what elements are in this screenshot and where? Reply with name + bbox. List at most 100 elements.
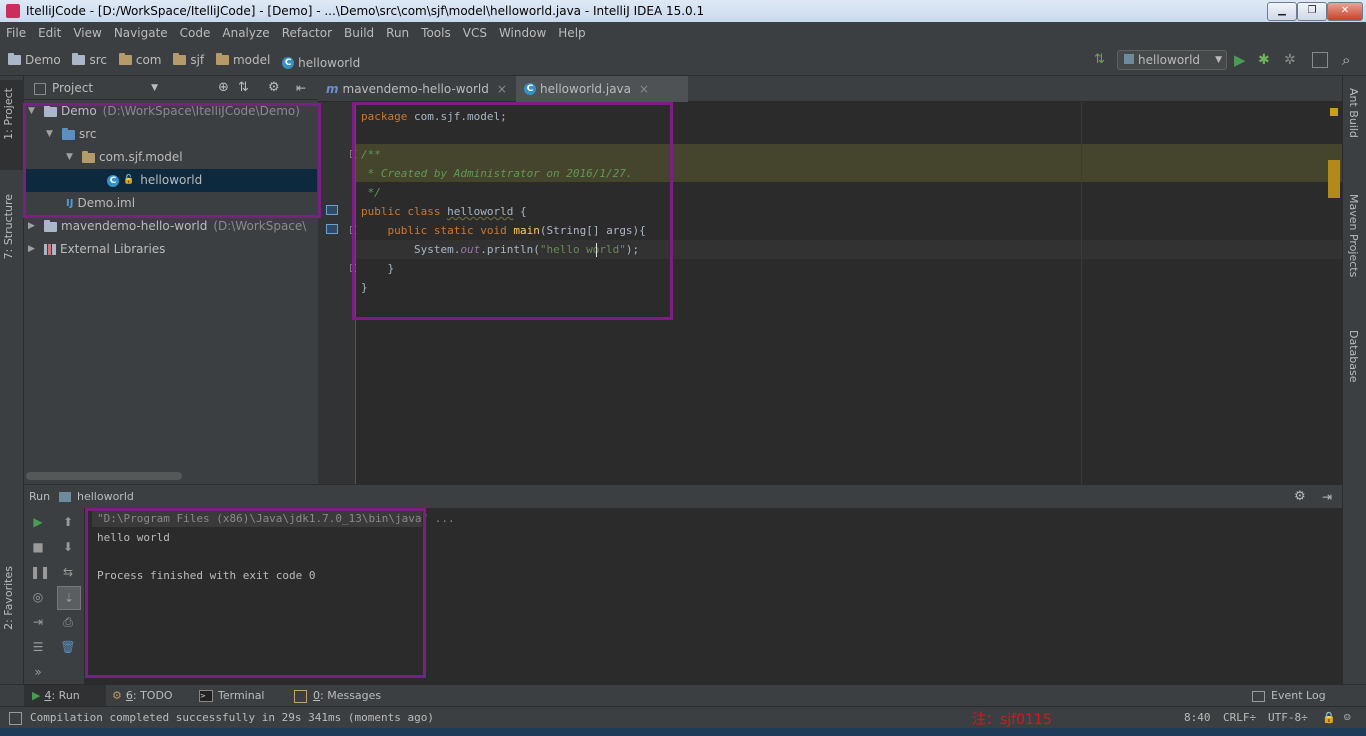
up-arrow-icon[interactable]: ⬆ xyxy=(60,514,76,530)
menu-help[interactable]: Help xyxy=(552,22,591,44)
more-icon[interactable]: » xyxy=(30,664,46,680)
tree-item-src[interactable]: ▼ src xyxy=(46,123,97,146)
tab-mavendemo[interactable]: m mavendemo-hello-world × xyxy=(318,76,530,102)
menu-navigate[interactable]: Navigate xyxy=(108,22,174,44)
menu-tools[interactable]: Tools xyxy=(415,22,457,44)
menu-run[interactable]: Run xyxy=(380,22,415,44)
close-icon[interactable]: × xyxy=(639,76,649,102)
run-icon[interactable]: ▶ xyxy=(1234,50,1250,70)
ant-build-tab[interactable]: Ant Build xyxy=(1347,88,1360,138)
pause-icon[interactable]: ❚❚ xyxy=(30,564,50,580)
menu-analyze[interactable]: Analyze xyxy=(216,22,275,44)
debug-icon[interactable]: ✱ xyxy=(1258,50,1274,70)
breadcrumb-sjf[interactable]: sjf xyxy=(173,44,204,76)
iml-file-icon: IJ xyxy=(66,198,74,209)
run-config-dropdown[interactable]: helloworld ▼ xyxy=(1117,50,1227,70)
rerun-icon[interactable]: ▶ xyxy=(30,514,46,530)
breadcrumb-src[interactable]: src xyxy=(72,44,107,76)
menu-vcs[interactable]: VCS xyxy=(457,22,493,44)
class-icon: C xyxy=(524,83,536,95)
settings-icon[interactable]: ☰ xyxy=(30,639,46,655)
folder-icon xyxy=(72,53,86,65)
scroll-to-end-icon[interactable]: ⇣ xyxy=(57,586,81,610)
tab-todo[interactable]: ⚙ 6: TODO xyxy=(112,685,173,707)
favorites-tab[interactable]: 2: Favorites xyxy=(2,566,15,630)
dump-threads-icon[interactable]: ◎ xyxy=(30,589,46,605)
soft-wrap-icon[interactable]: ⇆ xyxy=(60,564,76,580)
breadcrumb-com[interactable]: com xyxy=(118,44,161,76)
locate-icon[interactable]: ⊕ xyxy=(218,76,229,100)
code-line-doc-body: * Created by Administrator on 2016/1/27. xyxy=(361,164,633,183)
menu-build[interactable]: Build xyxy=(338,22,380,44)
run-icon: ▶ xyxy=(32,689,41,702)
console-command-line: "D:\Program Files (x86)\Java\jdk1.7.0_13… xyxy=(97,512,455,525)
chevron-down-icon: ▼ xyxy=(1215,55,1222,65)
tree-item-iml[interactable]: IJ Demo.iml xyxy=(66,192,135,215)
project-panel: Project ▼ ⊕ ⇅ ⚙ ⇤ ▼ Demo (D:\WorkSpace\I… xyxy=(24,76,318,484)
tree-item-libraries[interactable]: ▶ External Libraries xyxy=(28,238,165,261)
tab-label: : Run xyxy=(51,689,80,702)
indent-token xyxy=(361,243,414,256)
tab-helloworld[interactable]: C helloworld.java × xyxy=(516,76,688,102)
menu-view[interactable]: View xyxy=(67,22,107,44)
gear-icon[interactable]: ⚙ xyxy=(1294,485,1306,509)
run-config-tab[interactable]: helloworld xyxy=(59,485,134,509)
caret-position[interactable]: 8:40 xyxy=(1184,707,1211,729)
run-main-gutter-icon[interactable] xyxy=(326,224,338,234)
menu-edit[interactable]: Edit xyxy=(32,22,67,44)
coverage-icon[interactable]: ✲ xyxy=(1284,50,1300,70)
tree-item-package[interactable]: ▼ com.sjf.model xyxy=(66,146,183,169)
minimize-button[interactable]: ▁ xyxy=(1267,2,1297,21)
close-window-button[interactable]: ✕ xyxy=(1327,2,1363,21)
title-bar: ItelliJCode - [D:/WorkSpace/ItelliJCode]… xyxy=(0,0,1366,22)
menu-code[interactable]: Code xyxy=(174,22,217,44)
maven-projects-tab[interactable]: Maven Projects xyxy=(1347,194,1360,277)
down-arrow-icon[interactable]: ⬇ xyxy=(60,539,76,555)
status-icon[interactable] xyxy=(9,712,22,725)
run-class-gutter-icon[interactable] xyxy=(326,205,338,215)
tree-item-demo[interactable]: ▼ Demo (D:\WorkSpace\ItelliJCode\Demo) xyxy=(28,100,318,123)
left-tool-stripe: 1: Project 7: Structure 2: Favorites xyxy=(0,76,24,684)
trash-icon[interactable]: 🗑 xyxy=(60,639,76,655)
tree-item-maven[interactable]: ▶ mavendemo-hello-world (D:\WorkSpace\ xyxy=(28,215,318,238)
breadcrumb-helloworld[interactable]: Chelloworld xyxy=(282,47,360,79)
build-icon[interactable]: ⇅ xyxy=(1094,52,1108,68)
project-tab[interactable]: 1: Project xyxy=(0,80,24,170)
menu-refactor[interactable]: Refactor xyxy=(276,22,338,44)
menu-file[interactable]: File xyxy=(0,22,32,44)
close-icon[interactable]: × xyxy=(497,76,507,102)
code-editor[interactable]: package com.sjf.model; /** * Created by … xyxy=(356,102,1342,484)
tab-event-log[interactable]: Event Log xyxy=(1252,685,1326,707)
structure-tab[interactable]: 7: Structure xyxy=(2,194,15,259)
gear-icon[interactable]: ⚙ xyxy=(268,76,280,100)
breadcrumb-model[interactable]: model xyxy=(215,44,270,76)
collapse-icon[interactable]: ⇅ xyxy=(238,76,249,100)
maven-icon: m xyxy=(326,82,339,96)
search-icon[interactable]: ⌕ xyxy=(1342,50,1360,70)
tree-item-helloworld[interactable]: C 🔓 helloworld xyxy=(25,169,317,192)
code-line-main: public static void main(String[] args){ xyxy=(361,221,646,240)
exit-icon[interactable]: ⇥ xyxy=(30,614,46,630)
lock-icon[interactable]: 🔒 xyxy=(1322,707,1336,729)
breadcrumb-demo[interactable]: Demo xyxy=(8,44,61,76)
tab-messages[interactable]: 0: Messages xyxy=(294,685,381,707)
horizontal-scrollbar[interactable] xyxy=(26,472,182,480)
database-tab[interactable]: Database xyxy=(1347,330,1360,383)
tab-run[interactable]: ▶ 4: Run xyxy=(24,685,106,707)
project-structure-icon[interactable] xyxy=(1312,52,1328,68)
file-encoding[interactable]: UTF-8÷ xyxy=(1268,707,1308,729)
inspector-icon[interactable]: ☺ xyxy=(1344,707,1351,729)
text-token: System. xyxy=(413,243,461,256)
print-icon[interactable]: ⎙ xyxy=(60,614,76,630)
line-separator[interactable]: CRLF÷ xyxy=(1223,707,1256,729)
run-console[interactable]: "D:\Program Files (x86)\Java\jdk1.7.0_13… xyxy=(84,508,1342,684)
hide-panel-icon[interactable]: ⇥ xyxy=(1322,485,1332,509)
stop-icon[interactable]: ■ xyxy=(30,539,46,555)
tree-label: src xyxy=(79,127,97,141)
maximize-button[interactable]: ❐ xyxy=(1297,2,1327,21)
tab-terminal[interactable]: > Terminal xyxy=(199,685,265,707)
project-view-selector[interactable]: Project ▼ xyxy=(52,76,158,100)
editor-gutter[interactable] xyxy=(318,102,358,484)
menu-window[interactable]: Window xyxy=(493,22,552,44)
hide-panel-icon[interactable]: ⇤ xyxy=(296,76,306,100)
